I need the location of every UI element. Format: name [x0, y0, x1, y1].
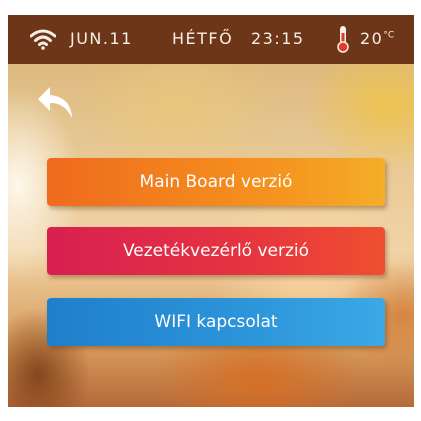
- status-temperature: 20°C: [360, 29, 394, 48]
- main-board-version-button[interactable]: Main Board verzió: [47, 158, 385, 206]
- status-day: HÉTFŐ: [172, 29, 234, 48]
- wired-controller-version-button[interactable]: Vezetékvezérlő verzió: [47, 227, 385, 275]
- back-arrow-icon[interactable]: [36, 85, 76, 121]
- main-board-version-label: Main Board verzió: [139, 172, 293, 192]
- wifi-connection-label: WIFI kapcsolat: [154, 312, 278, 332]
- wifi-icon: [30, 29, 56, 50]
- wired-controller-version-label: Vezetékvezérlő verzió: [122, 241, 310, 261]
- screen: JUN.11 HÉTFŐ 23:15 20°C Main Board verzi…: [8, 15, 414, 407]
- wifi-connection-button[interactable]: WIFI kapcsolat: [47, 298, 385, 346]
- status-time: 23:15: [251, 29, 305, 48]
- temperature-value: 20: [360, 29, 384, 48]
- temperature-unit: °C: [383, 30, 395, 41]
- status-date: JUN.11: [70, 29, 133, 48]
- status-bar: JUN.11 HÉTFŐ 23:15 20°C: [8, 15, 414, 64]
- thermometer-icon: [337, 26, 349, 53]
